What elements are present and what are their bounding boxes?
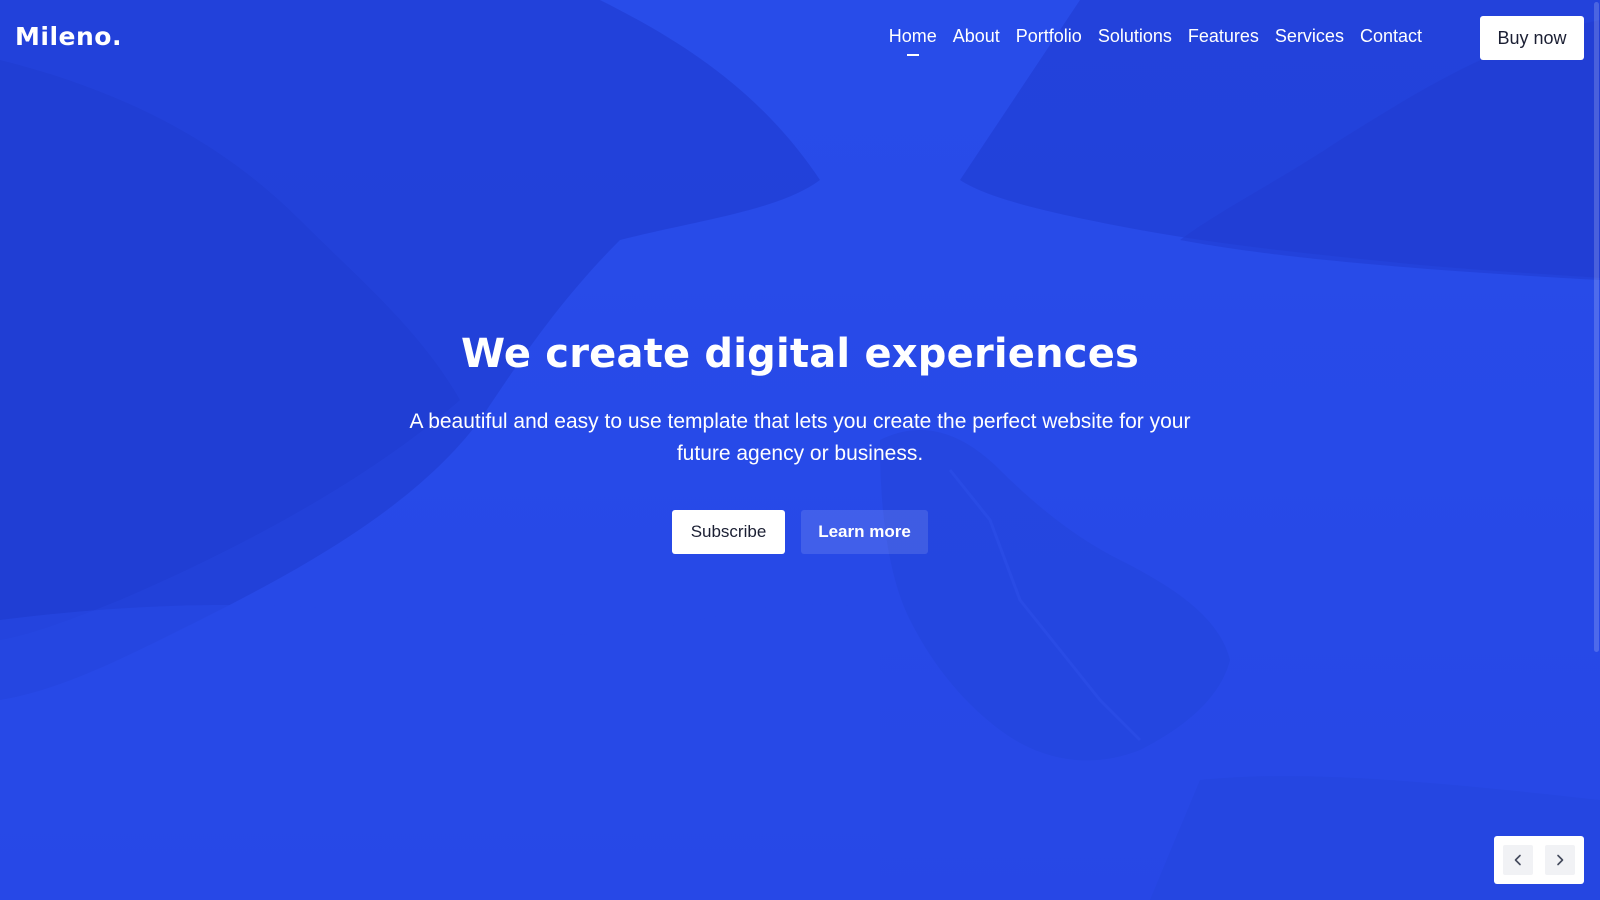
nav-item-portfolio[interactable]: Portfolio [1008,26,1090,47]
page-scrollbar[interactable] [1592,0,1600,900]
slider-next-button[interactable] [1545,845,1575,875]
nav-item-about[interactable]: About [945,26,1008,47]
learn-more-button[interactable]: Learn more [801,510,928,554]
buy-now-button[interactable]: Buy now [1480,16,1584,60]
landing-page: Mileno. Home About Portfolio Solutions F… [0,0,1600,900]
nav-item-services[interactable]: Services [1267,26,1352,47]
main-navigation: Home About Portfolio Solutions Features … [881,26,1430,47]
slider-prev-button[interactable] [1503,845,1533,875]
nav-item-features[interactable]: Features [1180,26,1267,47]
hero-title: We create digital experiences [460,331,1140,377]
hero-section: We create digital experiences A beautifu… [0,330,1600,554]
site-header: Mileno. Home About Portfolio Solutions F… [0,0,1600,78]
brand-logo[interactable]: Mileno. [15,22,122,51]
chevron-left-icon [1514,854,1521,866]
scrollbar-thumb[interactable] [1594,2,1599,652]
chevron-right-icon [1557,854,1564,866]
subscribe-button[interactable]: Subscribe [672,510,785,554]
hero-actions: Subscribe Learn more [0,510,1600,554]
nav-item-contact[interactable]: Contact [1352,26,1430,47]
nav-item-home[interactable]: Home [881,26,945,47]
hero-subtitle: A beautiful and easy to use template tha… [409,410,1191,465]
slider-controls [1494,836,1584,884]
nav-item-solutions[interactable]: Solutions [1090,26,1180,47]
